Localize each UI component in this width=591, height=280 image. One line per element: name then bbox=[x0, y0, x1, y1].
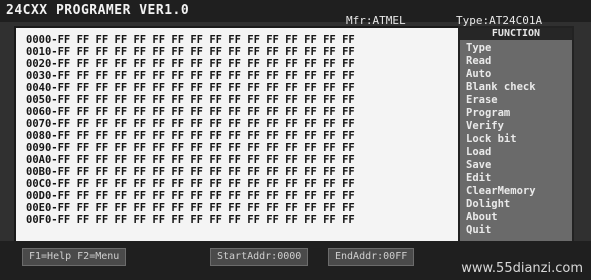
hex-row: 0040-FF FF FF FF FF FF FF FF FF FF FF FF… bbox=[26, 82, 355, 94]
menu-item-type[interactable]: Type bbox=[466, 42, 491, 54]
status-bar: F1=Help F2=Menu StartAddr:0000 EndAddr:0… bbox=[0, 241, 591, 280]
menu-item-about[interactable]: About bbox=[466, 211, 498, 223]
app-title: 24CXX PROGRAMER VER1.0 bbox=[6, 3, 190, 18]
menu-item-lock-bit[interactable]: Lock bit bbox=[466, 133, 517, 145]
start-address: StartAddr:0000 bbox=[210, 248, 309, 266]
hex-row: 0060-FF FF FF FF FF FF FF FF FF FF FF FF… bbox=[26, 106, 355, 118]
end-address: EndAddr:00FF bbox=[328, 248, 415, 266]
hex-row: 0030-FF FF FF FF FF FF FF FF FF FF FF FF… bbox=[26, 70, 355, 82]
hex-row: 00D0-FF FF FF FF FF FF FF FF FF FF FF FF… bbox=[26, 190, 355, 202]
help-status: F1=Help F2=Menu bbox=[22, 248, 127, 266]
menu-item-erase[interactable]: Erase bbox=[466, 94, 498, 106]
hex-row: 0090-FF FF FF FF FF FF FF FF FF FF FF FF… bbox=[26, 142, 355, 154]
menu-item-edit[interactable]: Edit bbox=[466, 172, 491, 184]
programmer-screen: 24CXX PROGRAMER VER1.0 Mfr:ATMEL Type:AT… bbox=[0, 0, 591, 280]
title-bar: 24CXX PROGRAMER VER1.0 Mfr:ATMEL Type:AT… bbox=[0, 0, 591, 27]
menu-item-quit[interactable]: Quit bbox=[466, 224, 491, 236]
watermark-text: www.55dianzi.com bbox=[461, 261, 583, 276]
menu-item-auto[interactable]: Auto bbox=[466, 68, 491, 80]
menu-item-verify[interactable]: Verify bbox=[466, 120, 504, 132]
menu-item-dolight[interactable]: Dolight bbox=[466, 198, 510, 210]
hex-row: 00A0-FF FF FF FF FF FF FF FF FF FF FF FF… bbox=[26, 154, 355, 166]
hex-row: 0020-FF FF FF FF FF FF FF FF FF FF FF FF… bbox=[26, 58, 355, 70]
hex-row: 00B0-FF FF FF FF FF FF FF FF FF FF FF FF… bbox=[26, 166, 355, 178]
hex-row: 00F0-FF FF FF FF FF FF FF FF FF FF FF FF… bbox=[26, 214, 355, 226]
hex-row: 00C0-FF FF FF FF FF FF FF FF FF FF FF FF… bbox=[26, 178, 355, 190]
menu-title: FUNCTION bbox=[460, 28, 572, 40]
menu-item-save[interactable]: Save bbox=[466, 159, 491, 171]
menu-item-load[interactable]: Load bbox=[466, 146, 491, 158]
hex-row: 0070-FF FF FF FF FF FF FF FF FF FF FF FF… bbox=[26, 118, 355, 130]
menu-item-read[interactable]: Read bbox=[466, 55, 491, 67]
menu-item-clear-memory[interactable]: ClearMemory bbox=[466, 185, 536, 197]
hex-row: 0050-FF FF FF FF FF FF FF FF FF FF FF FF… bbox=[26, 94, 355, 106]
hex-dump-panel: 0000-FF FF FF FF FF FF FF FF FF FF FF FF… bbox=[14, 26, 462, 245]
hex-row: 0080-FF FF FF FF FF FF FF FF FF FF FF FF… bbox=[26, 130, 355, 142]
function-menu: FUNCTION Type Read Auto Blank check Eras… bbox=[458, 26, 574, 245]
hex-row: 0010-FF FF FF FF FF FF FF FF FF FF FF FF… bbox=[26, 46, 355, 58]
hex-row: 0000-FF FF FF FF FF FF FF FF FF FF FF FF… bbox=[26, 34, 355, 46]
hex-row: 00E0-FF FF FF FF FF FF FF FF FF FF FF FF… bbox=[26, 202, 355, 214]
menu-item-program[interactable]: Program bbox=[466, 107, 510, 119]
menu-item-blank-check[interactable]: Blank check bbox=[466, 81, 536, 93]
